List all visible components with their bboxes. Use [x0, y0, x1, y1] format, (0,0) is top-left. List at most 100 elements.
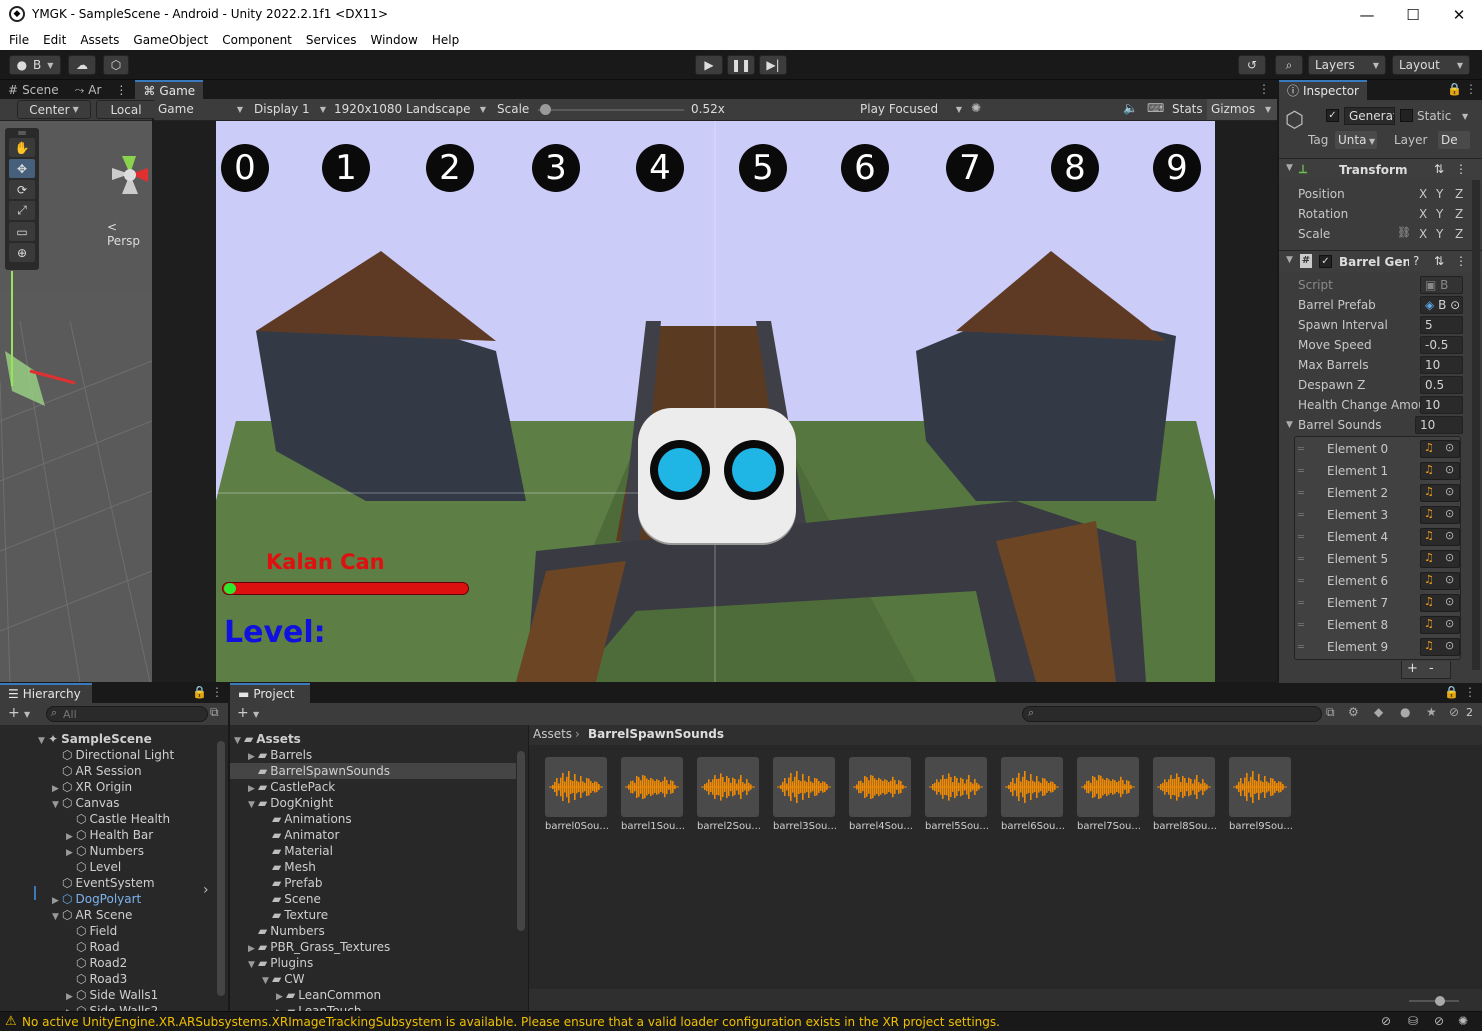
- more-icon[interactable]: ⋮: [1464, 685, 1476, 699]
- project-folder-item[interactable]: ▶ ▰ PBR_Grass_Textures: [248, 939, 390, 955]
- audio-clip-field[interactable]: ♫ ⊙: [1420, 506, 1460, 524]
- layers-dropdown[interactable]: Layers ▼: [1308, 55, 1386, 75]
- tab-animator[interactable]: ⤳ Ar ⋮: [67, 80, 136, 100]
- display-dropdown[interactable]: Display 1 ▼: [254, 102, 326, 116]
- axis-label[interactable]: Z: [1455, 207, 1463, 221]
- pivot-dropdown[interactable]: Center ▼: [17, 100, 91, 119]
- chevron-right-icon[interactable]: ›: [203, 882, 209, 898]
- auto-generate-lighting-icon[interactable]: ⊘: [1381, 1014, 1391, 1028]
- debug-mode-icon[interactable]: ✺: [1458, 1014, 1468, 1028]
- hierarchy-item[interactable]: ▼ ✦ SampleScene: [38, 731, 152, 747]
- game-view[interactable]: Kalan Can Level: 0 1 2 3 4 5 6 7 8 9: [216, 121, 1215, 682]
- object-picker-icon[interactable]: ⊙: [1445, 441, 1454, 454]
- layer-dropdown[interactable]: De: [1438, 131, 1470, 149]
- object-picker-icon[interactable]: ⊙: [1445, 573, 1454, 586]
- collab-button[interactable]: ⬡: [103, 55, 129, 75]
- barrel-generator-header[interactable]: ▼ # ✓ Barrel Gene ? ⇅ ⋮: [1279, 250, 1482, 272]
- chevron-down-icon[interactable]: ▼: [248, 957, 258, 973]
- space-dropdown[interactable]: Local: [96, 100, 156, 119]
- axis-label[interactable]: Y: [1436, 227, 1443, 241]
- perspective-label[interactable]: < Persp: [107, 220, 152, 248]
- hierarchy-search-input[interactable]: [63, 707, 203, 721]
- layout-dropdown[interactable]: Layout ▼: [1392, 55, 1470, 75]
- sound-element-row[interactable]: ═ Element 5 ♫ ⊙: [1295, 548, 1460, 570]
- number-circle[interactable]: 9: [1153, 144, 1201, 192]
- active-checkbox[interactable]: ✓: [1326, 109, 1339, 122]
- drag-handle-icon[interactable]: ═: [1298, 488, 1304, 499]
- number-circle[interactable]: 4: [636, 144, 684, 192]
- audio-asset[interactable]: barrel8Sou...: [1153, 757, 1217, 832]
- static-checkbox[interactable]: [1400, 109, 1413, 122]
- object-name-field[interactable]: Generat: [1344, 107, 1395, 125]
- more-icon[interactable]: ⋮: [1465, 82, 1477, 96]
- hierarchy-search[interactable]: ⌕: [46, 706, 208, 722]
- audio-asset[interactable]: barrel6Sou...: [1001, 757, 1065, 832]
- component-field-input[interactable]: -0.5: [1420, 336, 1463, 354]
- hierarchy-item[interactable]: ⬡ Directional Light: [52, 747, 174, 763]
- audio-clip-field[interactable]: ♫ ⊙: [1420, 616, 1460, 634]
- sound-element-row[interactable]: ═ Element 2 ♫ ⊙: [1295, 482, 1460, 504]
- audio-asset[interactable]: barrel3Sou...: [773, 757, 837, 832]
- object-picker-icon[interactable]: ⊙: [1445, 595, 1454, 608]
- add-icon[interactable]: +: [237, 705, 249, 721]
- lock-icon[interactable]: 🔒: [192, 685, 207, 699]
- sound-element-row[interactable]: ═ Element 9 ♫ ⊙: [1295, 636, 1460, 658]
- history-button[interactable]: ↺: [1238, 55, 1266, 75]
- axis-label[interactable]: X: [1419, 227, 1427, 241]
- account-button[interactable]: ● B ▼: [9, 55, 61, 75]
- number-circle[interactable]: 2: [426, 144, 474, 192]
- breadcrumb-current[interactable]: BarrelSpawnSounds: [588, 727, 724, 741]
- barrel-sounds-row[interactable]: ▼ Barrel Sounds 10: [1279, 415, 1482, 435]
- rect-tool-icon[interactable]: ▭: [9, 222, 35, 241]
- project-folder-item[interactable]: ▰ Texture: [262, 907, 328, 923]
- project-search[interactable]: ⌕: [1022, 706, 1322, 722]
- more-icon[interactable]: ⋮: [115, 80, 127, 100]
- chevron-down-icon[interactable]: ▼: [1462, 112, 1468, 121]
- minimize-button[interactable]: —: [1344, 0, 1390, 30]
- close-button[interactable]: ✕: [1436, 0, 1482, 30]
- transform-tool-icon[interactable]: ⊕: [9, 243, 35, 262]
- tab-inspector[interactable]: ⓘ Inspector: [1279, 80, 1367, 100]
- hierarchy-item[interactable]: ▶ ⬡ Side Walls1: [66, 987, 158, 1003]
- sound-element-row[interactable]: ═ Element 3 ♫ ⊙: [1295, 504, 1460, 526]
- stats-button[interactable]: Stats: [1172, 102, 1203, 116]
- hierarchy-item[interactable]: ▶ ⬡ DogPolyart: [52, 891, 141, 907]
- tag-dropdown[interactable]: Unta ▼: [1335, 131, 1377, 149]
- drag-handle-icon[interactable]: ═: [1298, 532, 1304, 543]
- menu-edit[interactable]: Edit: [36, 30, 73, 50]
- hierarchy-item[interactable]: ⬡ Field: [66, 923, 117, 939]
- audio-clip-field[interactable]: ♫ ⊙: [1420, 594, 1460, 612]
- play-focused-dropdown[interactable]: Play Focused ▼: [860, 102, 962, 116]
- project-folder-item[interactable]: ▼ ▰ Plugins: [248, 955, 313, 971]
- settings-icon[interactable]: ⇅: [1434, 254, 1444, 268]
- splitter[interactable]: [528, 725, 529, 1011]
- status-message[interactable]: No active UnityEngine.XR.ARSubsystems.XR…: [22, 1015, 1000, 1029]
- hierarchy-item[interactable]: ⬡ Level: [66, 859, 121, 875]
- more-icon[interactable]: ⋮: [1455, 162, 1467, 176]
- barrel-prefab-field[interactable]: ◈ B ⊙: [1420, 296, 1463, 314]
- hierarchy-scrollbar[interactable]: [217, 741, 225, 996]
- project-folder-item[interactable]: ▰ Numbers: [248, 923, 325, 939]
- component-field-input[interactable]: 0.5: [1420, 376, 1463, 394]
- project-folder-item[interactable]: ▼ ▰ Assets: [234, 731, 301, 747]
- menu-assets[interactable]: Assets: [73, 30, 126, 50]
- tab-project[interactable]: ▬ Project: [230, 683, 310, 703]
- axis-label[interactable]: X: [1419, 207, 1427, 221]
- sound-element-row[interactable]: ═ Element 8 ♫ ⊙: [1295, 614, 1460, 636]
- settings-icon[interactable]: ⇅: [1434, 162, 1444, 176]
- project-folder-item[interactable]: ▶ ▰ CastlePack: [248, 779, 335, 795]
- audio-asset[interactable]: barrel9Sou...: [1229, 757, 1293, 832]
- project-folder-item[interactable]: ▰ Prefab: [262, 875, 323, 891]
- audio-clip-field[interactable]: ♫ ⊙: [1420, 550, 1460, 568]
- play-button[interactable]: ▶: [695, 55, 723, 75]
- hidden-packages-icon[interactable]: ⊘: [1449, 705, 1459, 719]
- project-tree-scrollbar[interactable]: [517, 751, 525, 931]
- hierarchy-item[interactable]: ▶ ⬡ XR Origin: [52, 779, 132, 795]
- audio-clip-field[interactable]: ♫ ⊙: [1420, 638, 1460, 656]
- cloud-button[interactable]: ☁: [68, 55, 96, 75]
- number-circle[interactable]: 8: [1051, 144, 1099, 192]
- menu-gameobject[interactable]: GameObject: [126, 30, 215, 50]
- inspector-scrollbar[interactable]: [1472, 180, 1480, 670]
- search-button[interactable]: ⌕: [1275, 55, 1303, 75]
- remove-element-button[interactable]: -: [1429, 661, 1434, 676]
